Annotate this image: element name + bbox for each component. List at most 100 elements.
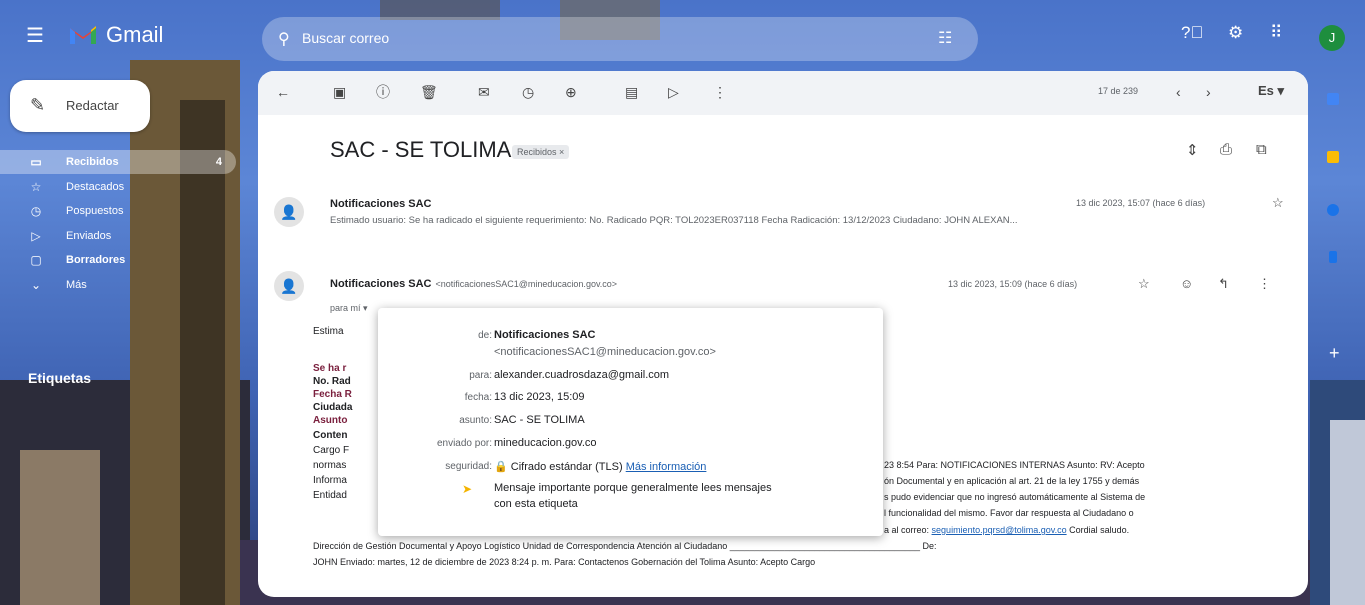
to-value: alexander.cuadrosdaza@gmail.com: [494, 369, 670, 381]
main-menu-icon[interactable]: ☰: [26, 26, 44, 46]
inbox-icon: ▭: [30, 155, 42, 169]
report-spam-icon[interactable]: ⓘ: [376, 85, 390, 99]
newer-chevron-icon[interactable]: ‹: [1176, 85, 1181, 99]
add-addon-icon[interactable]: +: [1329, 343, 1340, 364]
body-fragment: 23 8:54 Para: NOTIFICACIONES INTERNAS As…: [884, 460, 1145, 470]
sender-avatar: 👤: [274, 197, 304, 227]
subject-value: SAC - SE TOLIMA: [494, 414, 585, 426]
important-marker-icon: ➤: [462, 482, 473, 496]
emoji-reaction-icon[interactable]: ☺: [1180, 276, 1193, 291]
search-bar[interactable]: ⚲ Buscar correo ☷: [262, 17, 978, 61]
sender-details-popup: de: Notificaciones SAC <notificacionesSA…: [378, 308, 883, 536]
open-new-window-icon[interactable]: ⧉: [1256, 141, 1267, 158]
recipient-details-toggle[interactable]: para mí ▾: [330, 303, 368, 314]
gmail-brand-text[interactable]: Gmail: [106, 22, 163, 48]
pencil-icon: ✎: [30, 95, 46, 115]
add-task-icon[interactable]: ⊕: [565, 85, 577, 99]
expand-all-icon[interactable]: ⇕: [1186, 141, 1199, 159]
star-icon: ☆: [30, 179, 42, 194]
reply-icon[interactable]: ↰: [1218, 276, 1229, 292]
star-icon[interactable]: ☆: [1138, 276, 1150, 292]
email-link[interactable]: seguimiento.pqrsd@tolima.gov.co: [932, 525, 1067, 535]
sidebar-item-label: Borradores: [66, 254, 126, 266]
unread-count: 4: [215, 156, 222, 168]
chevron-down-icon: ⌄: [30, 277, 42, 292]
body-fragment: l funcionalidad del mismo. Favor dar res…: [884, 508, 1134, 518]
body-fragment: Informa: [313, 475, 347, 486]
learn-more-link[interactable]: Más información: [626, 461, 707, 473]
sidebar-nav: ▭ Recibidos 4 ☆ Destacados ◷ Pospuestos …: [0, 150, 240, 297]
from-label: de:: [478, 330, 492, 341]
apps-grid-icon[interactable]: ⠿: [1270, 24, 1282, 42]
more-vert-icon[interactable]: ⋮: [1258, 276, 1271, 292]
from-name: Notificaciones SAC: [494, 329, 596, 341]
move-to-icon[interactable]: ▤: [625, 85, 638, 99]
subject-label: asunto:: [459, 415, 492, 426]
star-icon[interactable]: ☆: [1272, 195, 1284, 211]
body-fragment: Asunto: [313, 415, 348, 426]
body-fragment: a al correo: seguimiento.pqrsd@tolima.go…: [884, 525, 1129, 535]
help-icon[interactable]: ?⃝: [1181, 24, 1203, 42]
sidebar-item-starred[interactable]: ☆ Destacados: [0, 175, 240, 199]
print-icon[interactable]: ⎙: [1220, 141, 1232, 158]
older-chevron-icon[interactable]: ›: [1206, 85, 1211, 99]
body-fragment: JOHN Enviado: martes, 12 de diciembre de…: [313, 557, 816, 567]
body-fragment: s pudo evidenciar que no ingresó automát…: [884, 492, 1146, 502]
search-input[interactable]: Buscar correo: [302, 30, 389, 46]
more-vert-icon[interactable]: ⋮: [713, 85, 727, 99]
message-date: 13 dic 2023, 15:09 (hace 6 días): [948, 279, 1078, 289]
sidebar-item-drafts[interactable]: ▢ Borradores: [0, 248, 240, 272]
tasks-icon[interactable]: [1327, 204, 1339, 216]
body-fragment: ón Documental y en aplicación al art. 21…: [884, 476, 1140, 486]
compose-button[interactable]: ✎ Redactar: [10, 80, 150, 132]
mark-unread-icon[interactable]: ✉: [478, 85, 490, 99]
send-icon: ▷: [31, 228, 41, 243]
body-text: Cordial saludo.: [1069, 525, 1130, 535]
mailed-by-value: mineducacion.gov.co: [494, 437, 597, 449]
date-label: fecha:: [464, 392, 492, 403]
sender-name: Notificaciones SAC: [330, 198, 432, 210]
sidebar-item-label: Enviados: [66, 229, 112, 242]
sidebar-item-sent[interactable]: ▷ Enviados: [0, 224, 240, 248]
body-fragment: Ciudada: [313, 402, 353, 413]
message-date: 13 dic 2023, 15:07 (hace 6 días): [1076, 198, 1206, 208]
search-options-icon[interactable]: ☷: [938, 28, 952, 48]
sender-email: <notificacionesSAC1@mineducacion.gov.co>: [435, 279, 618, 289]
mailed-by-label: enviado por:: [436, 438, 492, 449]
date-value: 13 dic 2023, 15:09: [494, 391, 585, 403]
top-bar: ☰ Gmail ⚲ Buscar correo ☷ ?⃝ ⚙ ⠿ J: [0, 0, 1365, 72]
inbox-label-chip[interactable]: Recibidos ×: [512, 145, 570, 159]
message-toolbar: ← ▣ ⓘ 🗑 ✉ ◷ ⊕ ▤ ▷ ⋮ 17 de 239 ‹ › Es ▾: [258, 71, 1308, 115]
sidebar-item-inbox[interactable]: ▭ Recibidos 4: [0, 150, 236, 174]
snooze-icon[interactable]: ◷: [522, 85, 534, 99]
sidebar-item-label: Recibidos: [66, 156, 119, 168]
body-fragment: normas: [313, 460, 347, 471]
body-text: a al correo:: [884, 525, 930, 535]
settings-gear-icon[interactable]: ⚙: [1228, 24, 1243, 42]
body-fragment: Cargo F: [313, 445, 350, 456]
label-icon[interactable]: ▷: [668, 85, 679, 99]
draft-icon: ▢: [30, 253, 42, 267]
delete-icon[interactable]: 🗑: [420, 85, 438, 99]
input-tools-dropdown[interactable]: Es ▾: [1258, 83, 1284, 99]
compose-label: Redactar: [66, 98, 119, 113]
thread-subject: SAC - SE TOLIMA: [330, 137, 512, 162]
calendar-icon[interactable]: [1327, 93, 1339, 105]
body-fragment: No. Rad: [313, 376, 351, 387]
message-snippet: Estimado usuario: Se ha radicado el sigu…: [330, 215, 1018, 226]
gmail-logo-icon[interactable]: [68, 20, 98, 48]
archive-icon[interactable]: ▣: [333, 85, 346, 99]
back-arrow-icon[interactable]: ←: [276, 85, 290, 99]
sidebar-item-more[interactable]: ⌄ Más: [0, 273, 240, 297]
contacts-icon[interactable]: [1329, 251, 1337, 263]
search-icon[interactable]: ⚲: [278, 29, 290, 49]
importance-reason-line1: Mensaje importante porque generalmente l…: [494, 482, 772, 494]
keep-icon[interactable]: [1327, 151, 1339, 163]
pagination-count: 17 de 239: [1098, 86, 1139, 96]
account-avatar[interactable]: J: [1319, 25, 1345, 51]
sidebar-item-snoozed[interactable]: ◷ Pospuestos: [0, 199, 240, 223]
importance-reason-line2: con esta etiqueta: [494, 498, 578, 510]
sender-avatar: 👤: [274, 271, 304, 301]
body-fragment: Dirección de Gestión Documental y Apoyo …: [313, 541, 937, 551]
sidebar-item-label: Más: [66, 278, 87, 291]
